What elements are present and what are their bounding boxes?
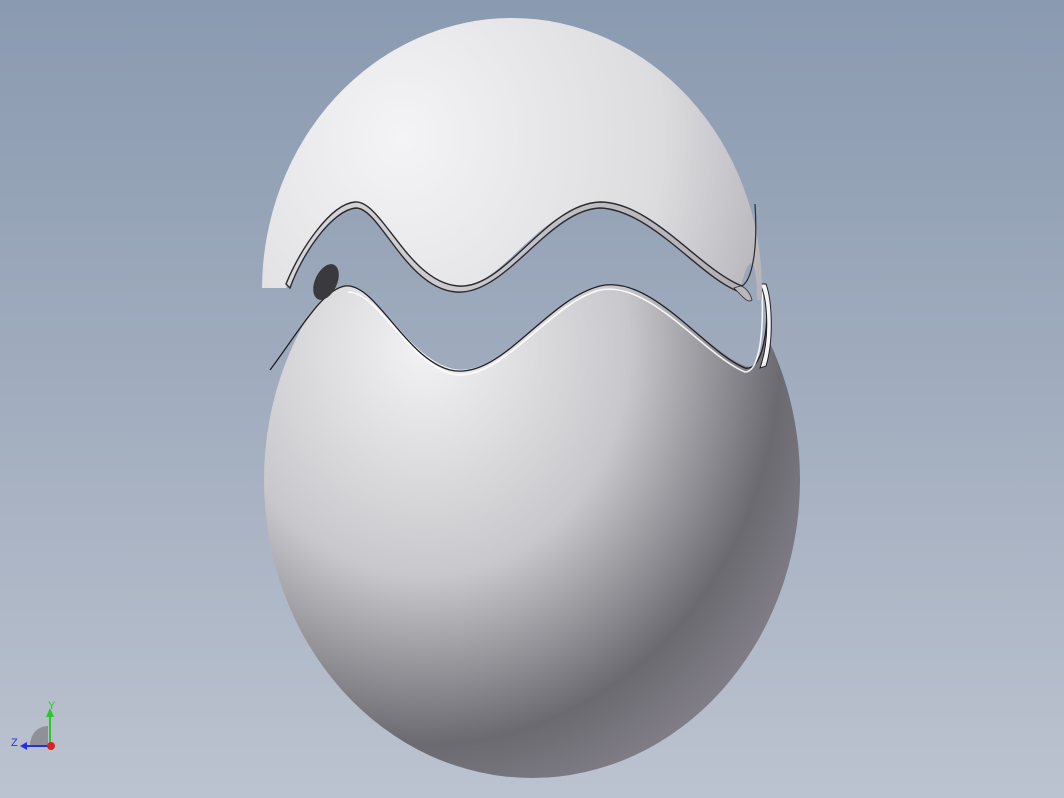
- z-axis-arrow: [20, 742, 27, 750]
- axis-triad: Y Z: [11, 700, 56, 750]
- z-axis-label: Z: [11, 737, 18, 749]
- model-viewport[interactable]: [0, 0, 1064, 798]
- x-axis-dot: [47, 742, 55, 750]
- y-axis-label: Y: [48, 700, 56, 712]
- triad-base-shape: [30, 726, 48, 746]
